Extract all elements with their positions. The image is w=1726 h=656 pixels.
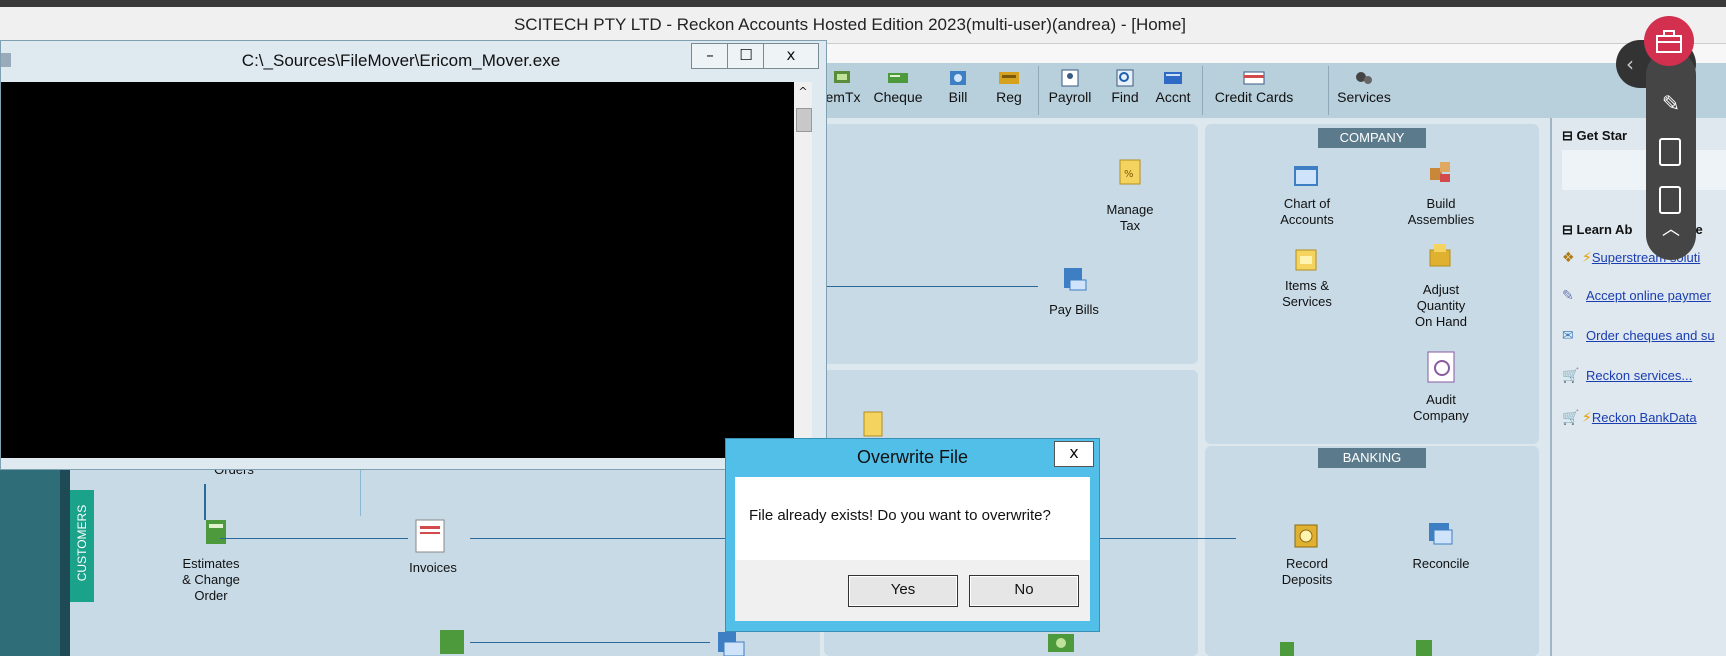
flow-arrow xyxy=(220,538,408,539)
receive-payment-icon xyxy=(718,632,745,656)
flow-arrow xyxy=(470,642,710,643)
svg-text:%: % xyxy=(1124,169,1134,180)
chevron-left-icon[interactable]: ‹ xyxy=(1626,52,1634,76)
console-title: C:\_Sources\FileMover\Ericom_Mover.exe xyxy=(241,51,561,70)
toolbox-icon xyxy=(1656,30,1682,53)
dialog-title: Overwrite File xyxy=(856,447,968,467)
console-window[interactable]: C:\_Sources\FileMover\Ericom_Mover.exe –… xyxy=(0,40,827,470)
download-file-icon[interactable] xyxy=(1659,138,1681,166)
scroll-up-arrow-icon[interactable]: ^ xyxy=(797,86,809,98)
bolt-icon: ⚡ xyxy=(1582,410,1592,426)
sales-receipt-icon xyxy=(440,630,464,654)
collapse-icon: ⊟ xyxy=(1562,128,1573,143)
bill-icon xyxy=(950,71,966,85)
savings-icon: ❖ xyxy=(1562,250,1575,266)
cart-icon: 🛒 xyxy=(1562,410,1580,426)
pay-bills-icon xyxy=(1064,268,1087,291)
icon-toolbar: emTx Cheque Bill Reg Payroll Find Accnt … xyxy=(820,63,1726,119)
flow-line xyxy=(360,468,361,516)
payroll-icon xyxy=(1061,69,1079,87)
dialog-close-button[interactable]: x xyxy=(1054,441,1094,467)
floating-toolbar: ‹ ✎ ︿ xyxy=(1612,16,1696,260)
toolbar-separator xyxy=(1328,66,1329,115)
flow-arrow xyxy=(820,286,1038,287)
adjust-quantity-icon xyxy=(1429,244,1451,267)
toolbar-separator xyxy=(1202,66,1203,115)
toolbar-item-bill[interactable]: Bill xyxy=(936,63,980,118)
reconcile-icon xyxy=(1429,523,1453,545)
toolbar-item-cheque[interactable]: Cheque xyxy=(868,63,928,118)
record-deposits-icon xyxy=(1294,524,1318,548)
overwrite-dialog: Overwrite File x File already exists! Do… xyxy=(725,438,1100,632)
customers-tag: CUSTOMERS xyxy=(70,490,94,602)
company-header: COMPANY xyxy=(1318,128,1426,148)
services-icon xyxy=(1356,72,1372,84)
write-cheques-icon xyxy=(1280,642,1294,656)
menu-bar xyxy=(820,43,1726,64)
tools-strip: ✎ ︿ xyxy=(1646,50,1696,260)
audit-company-icon xyxy=(1427,351,1455,383)
yes-button[interactable]: Yes xyxy=(848,575,958,607)
toolbar-item-payroll[interactable]: Payroll xyxy=(1042,63,1098,118)
chart-of-accounts-icon xyxy=(1294,166,1318,186)
top-strip xyxy=(0,0,1726,7)
toolbar-item-services[interactable]: Services xyxy=(1332,63,1396,118)
link-bankdata[interactable]: 🛒 ⚡Reckon BankData xyxy=(1562,410,1726,426)
document-icon xyxy=(863,411,883,437)
manage-tax-icon: % xyxy=(1119,159,1141,185)
cart-icon: 🛒 xyxy=(1562,368,1580,384)
company-panel xyxy=(1205,124,1539,444)
scroll-thumb[interactable] xyxy=(796,108,812,132)
dialog-message: File already exists! Do you want to over… xyxy=(749,507,1051,524)
flow-arrow xyxy=(1096,538,1236,539)
no-button[interactable]: No xyxy=(969,575,1079,607)
close-button[interactable]: x xyxy=(763,43,819,69)
account-icon xyxy=(1164,72,1182,84)
check-register-icon xyxy=(1416,640,1432,656)
register-icon xyxy=(999,72,1019,84)
maximize-button[interactable]: ☐ xyxy=(727,43,765,69)
toolbox-button[interactable] xyxy=(1644,16,1694,66)
link-reckon-services[interactable]: 🛒 Reckon services... xyxy=(1562,368,1726,384)
flow-arrow-up xyxy=(204,484,206,520)
toolbar-item-tax[interactable]: emTx xyxy=(822,63,864,118)
toolbar-separator xyxy=(1038,66,1039,115)
toolbar-item-credit-cards[interactable]: Credit Cards xyxy=(1206,63,1302,118)
link-superstream[interactable]: ❖ ⚡Superstream soluti xyxy=(1562,250,1726,266)
app-titlebar: SCITECH PTY LTD - Reckon Accounts Hosted… xyxy=(0,7,1726,43)
link-accept-payments[interactable]: ✎ Accept online paymer xyxy=(1562,288,1726,304)
console-scrollbar[interactable]: ^ xyxy=(794,82,812,458)
customers-panel: Orders Estimates & Change Order Invoices xyxy=(70,462,820,656)
dialog-message-area: File already exists! Do you want to over… xyxy=(735,477,1090,560)
banking-panel xyxy=(1205,446,1539,656)
minimize-button[interactable]: – xyxy=(691,43,729,69)
banking-header: BANKING xyxy=(1318,448,1426,468)
link-order-cheques[interactable]: ✉ Order cheques and su xyxy=(1562,328,1726,344)
toolbar-item-account[interactable]: Accnt xyxy=(1150,63,1196,118)
build-assemblies-icon xyxy=(1430,162,1450,182)
upload-file-icon[interactable] xyxy=(1659,186,1681,214)
items-services-icon xyxy=(1295,249,1317,271)
collapse-icon: ⊟ xyxy=(1562,222,1573,237)
app-title: SCITECH PTY LTD - Reckon Accounts Hosted… xyxy=(513,15,1187,34)
bolt-icon: ⚡ xyxy=(1582,250,1592,266)
chevron-up-icon[interactable]: ︿ xyxy=(1660,221,1682,239)
console-output[interactable] xyxy=(1,82,794,458)
find-icon xyxy=(1116,69,1134,87)
estimates-icon xyxy=(206,520,226,544)
credit-card-icon xyxy=(1243,71,1265,85)
toolbar-item-find[interactable]: Find xyxy=(1104,63,1146,118)
pencil-icon[interactable]: ✎ xyxy=(1658,92,1684,118)
payments-icon: ✎ xyxy=(1562,288,1574,304)
dialog-body: File already exists! Do you want to over… xyxy=(735,477,1090,621)
invoices-icon xyxy=(415,519,445,553)
cheque-icon xyxy=(888,73,908,83)
desktop-background xyxy=(0,468,60,656)
console-titlebar[interactable]: C:\_Sources\FileMover\Ericom_Mover.exe –… xyxy=(1,41,826,81)
cheques-icon: ✉ xyxy=(1562,328,1574,344)
item-tax-icon xyxy=(834,71,850,83)
toolbar-item-register[interactable]: Reg xyxy=(986,63,1032,118)
